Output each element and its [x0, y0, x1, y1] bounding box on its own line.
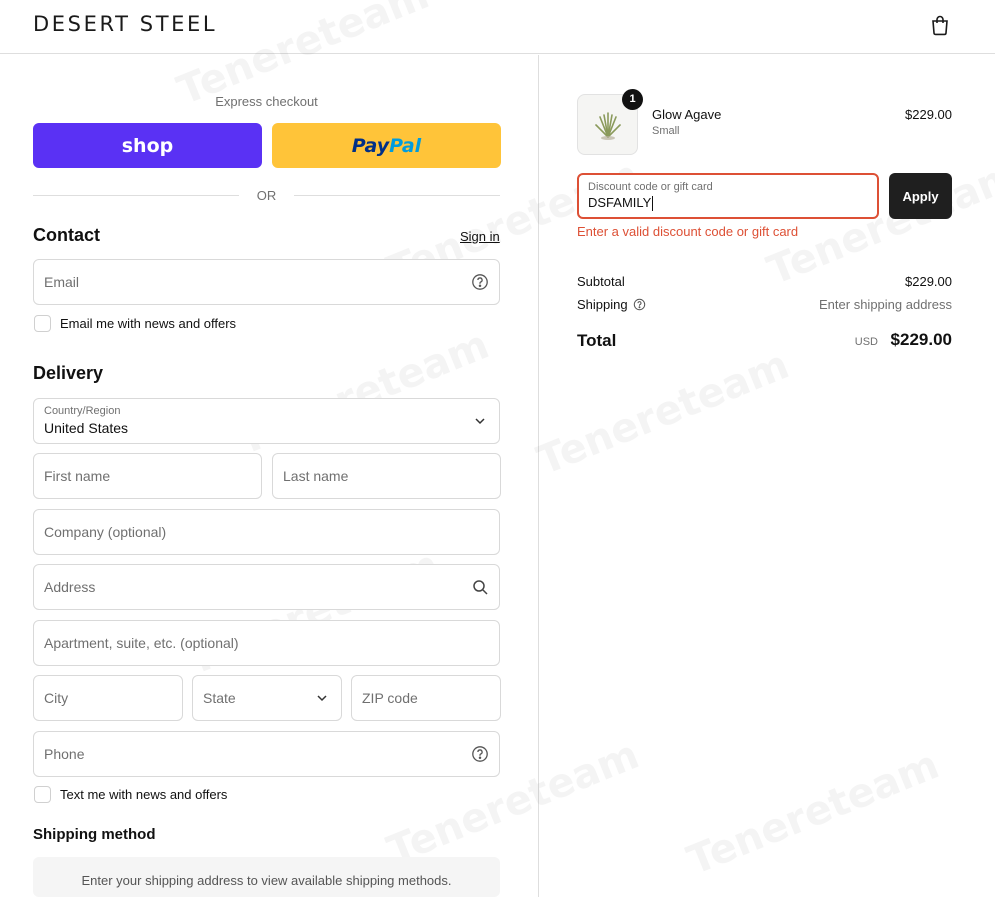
- total-label: Total: [577, 331, 617, 350]
- subtotal-label: Subtotal: [577, 274, 625, 289]
- paypal-pal-text: Pal: [389, 134, 422, 157]
- sign-in-link[interactable]: Sign in: [460, 229, 500, 244]
- shop-pay-button[interactable]: shop: [33, 123, 262, 168]
- apartment-field[interactable]: Apartment, suite, etc. (optional): [33, 620, 500, 666]
- discount-code-text: DSFAMILY: [588, 195, 652, 210]
- sms-news-checkbox[interactable]: [34, 786, 51, 803]
- paypal-button[interactable]: PayPal: [272, 123, 501, 168]
- quantity-badge: 1: [622, 89, 643, 110]
- contact-title: Contact: [33, 225, 100, 245]
- city-placeholder: City: [44, 690, 69, 706]
- first-name-field[interactable]: First name: [33, 453, 262, 499]
- help-icon[interactable]: [633, 298, 646, 311]
- chevron-down-icon: [317, 695, 327, 702]
- shopping-bag-icon[interactable]: [928, 13, 952, 37]
- company-placeholder: Company (optional): [44, 524, 167, 540]
- email-field[interactable]: Email: [33, 259, 500, 305]
- phone-field[interactable]: Phone: [33, 731, 500, 777]
- country-label: Country/Region: [44, 405, 121, 417]
- discount-code-label: Discount code or gift card: [588, 181, 713, 193]
- city-field[interactable]: City: [33, 675, 183, 721]
- help-icon[interactable]: [471, 273, 489, 291]
- or-divider: OR: [33, 187, 500, 203]
- email-news-checkbox[interactable]: [34, 315, 51, 332]
- shipping-method-notice-text: Enter your shipping address to view avai…: [81, 873, 452, 888]
- phone-placeholder: Phone: [44, 746, 85, 762]
- subtotal-value: $229.00: [905, 274, 952, 289]
- country-value: United States: [44, 420, 129, 436]
- sms-news-label: Text me with news and offers: [60, 787, 228, 802]
- shipping-method-title: Shipping method: [33, 826, 156, 843]
- total-currency: USD: [854, 336, 878, 348]
- zip-field[interactable]: ZIP code: [351, 675, 501, 721]
- company-field[interactable]: Company (optional): [33, 509, 500, 555]
- total-value: $229.00: [890, 330, 952, 349]
- divider-line: [294, 195, 500, 196]
- apartment-placeholder: Apartment, suite, etc. (optional): [44, 635, 239, 651]
- header: DESERT STEEL: [0, 0, 995, 54]
- address-field[interactable]: Address: [33, 564, 500, 610]
- express-checkout-title: Express checkout: [215, 94, 318, 109]
- zip-placeholder: ZIP code: [362, 690, 418, 706]
- product-name: Glow Agave: [652, 107, 722, 122]
- discount-code-input[interactable]: Discount code or gift card DSFAMILY: [577, 173, 879, 219]
- shipping-method-notice: Enter your shipping address to view avai…: [33, 857, 500, 897]
- discount-error-message: Enter a valid discount code or gift card: [577, 224, 799, 239]
- help-icon[interactable]: [471, 745, 489, 763]
- chevron-down-icon: [475, 418, 485, 425]
- shipping-label-row: Shipping: [577, 297, 646, 312]
- last-name-placeholder: Last name: [283, 468, 349, 484]
- product-price: $229.00: [905, 107, 952, 122]
- discount-code-value: DSFAMILY: [588, 195, 654, 212]
- shipping-value: Enter shipping address: [819, 297, 952, 312]
- email-news-label: Email me with news and offers: [60, 316, 237, 331]
- delivery-title: Delivery: [33, 363, 104, 383]
- first-name-placeholder: First name: [44, 468, 111, 484]
- email-placeholder: Email: [44, 274, 80, 290]
- address-placeholder: Address: [44, 579, 96, 595]
- last-name-field[interactable]: Last name: [272, 453, 501, 499]
- shipping-label: Shipping: [577, 297, 628, 312]
- apply-discount-button[interactable]: Apply: [889, 173, 952, 219]
- brand-logo[interactable]: DESERT STEEL: [33, 12, 217, 36]
- state-select[interactable]: State: [192, 675, 342, 721]
- state-placeholder: State: [203, 690, 236, 706]
- country-select[interactable]: Country/Region United States: [33, 398, 500, 444]
- search-icon: [473, 580, 488, 595]
- product-variant: Small: [652, 125, 680, 137]
- text-cursor: [652, 196, 654, 212]
- paypal-pay-text: Pay: [351, 134, 390, 157]
